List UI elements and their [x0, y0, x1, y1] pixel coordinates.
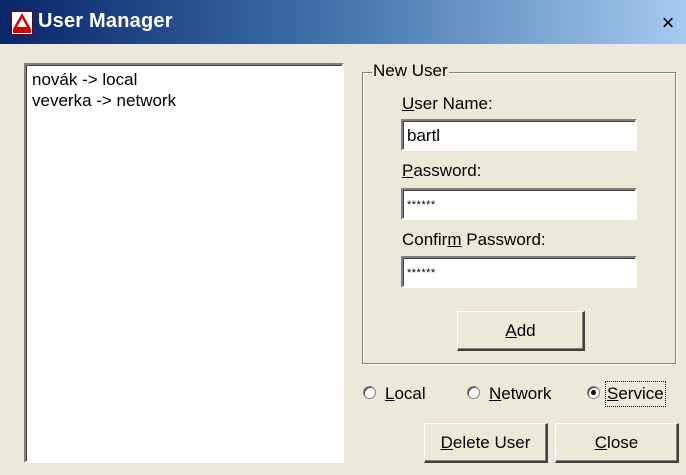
new-user-group-label: New User [372, 61, 449, 81]
radio-network-label: Network [489, 382, 551, 406]
confirm-password-label-text: Password: [461, 230, 546, 249]
password-label: Password: [402, 161, 481, 181]
radio-local-circle[interactable] [363, 386, 376, 399]
close-button-label: lose [607, 433, 639, 452]
radio-service-label: Service [605, 381, 666, 407]
radio-service[interactable]: Service [587, 381, 683, 407]
close-icon[interactable]: × [657, 12, 679, 34]
window-title: User Manager [38, 10, 173, 32]
password-label-mnemonic: P [402, 161, 414, 180]
radio-local-text: ocal [394, 384, 426, 403]
app-logo-icon [11, 11, 33, 35]
user-name-label-text: ser Name: [414, 94, 493, 113]
list-item[interactable]: novák -> local [32, 69, 336, 90]
password-field[interactable]: ****** [401, 188, 637, 220]
user-name-field[interactable]: bartl [401, 119, 637, 151]
delete-user-button[interactable]: Delete User [424, 423, 548, 463]
user-name-label: User Name: [402, 94, 493, 114]
confirm-password-label-start: Confir [402, 230, 448, 249]
radio-network-text: etwork [501, 384, 552, 403]
close-button-mnemonic: C [594, 433, 608, 452]
list-item[interactable]: veverka -> network [32, 90, 336, 111]
user-list[interactable]: novák -> local veverka -> network [24, 63, 344, 463]
add-button-mnemonic: A [505, 321, 517, 340]
close-button[interactable]: Close [555, 423, 679, 463]
title-bar: User Manager × [0, 0, 686, 44]
radio-service-mnemonic: S [607, 384, 619, 403]
add-button[interactable]: Add [457, 311, 585, 351]
radio-network-circle[interactable] [467, 386, 480, 399]
confirm-password-label-mnemonic: m [447, 230, 462, 249]
password-label-text: assword: [413, 161, 482, 180]
radio-network-mnemonic: N [489, 384, 502, 403]
user-name-label-mnemonic: U [402, 94, 415, 113]
radio-network[interactable]: Network [467, 382, 582, 406]
delete-user-mnemonic: D [440, 433, 453, 452]
radio-local[interactable]: Local [363, 382, 453, 406]
confirm-password-field[interactable]: ****** [401, 256, 637, 288]
radio-selected-dot [591, 390, 596, 395]
add-button-label: dd [516, 321, 536, 340]
delete-user-label: elete User [452, 433, 531, 452]
radio-service-circle[interactable] [587, 386, 600, 399]
radio-local-label: Local [385, 382, 426, 406]
radio-service-text: ervice [618, 384, 664, 403]
confirm-password-label: Confirm Password: [402, 230, 546, 250]
